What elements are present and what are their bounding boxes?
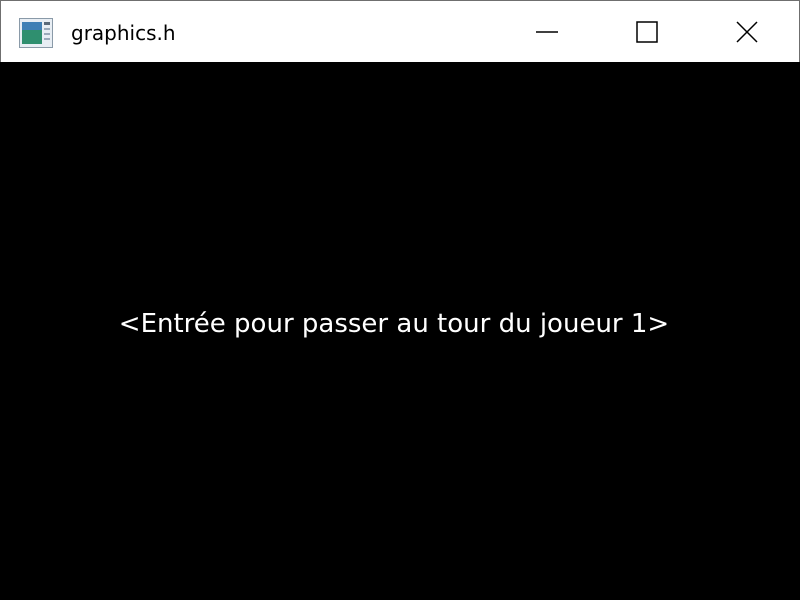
turn-prompt-text: <Entrée pour passer au tour du joueur 1> — [118, 309, 670, 339]
maximize-icon — [636, 20, 658, 43]
app-window: graphics.h <Entrée pour passer au tour d… — [0, 0, 800, 600]
graphics-canvas[interactable]: <Entrée pour passer au tour du joueur 1> — [0, 62, 800, 600]
minimize-icon — [536, 21, 558, 43]
window-title: graphics.h — [71, 21, 176, 45]
minimize-button[interactable] — [501, 1, 593, 62]
maximize-button[interactable] — [601, 1, 693, 62]
close-icon — [736, 20, 758, 43]
title-bar[interactable]: graphics.h — [0, 0, 800, 62]
app-icon — [19, 18, 53, 48]
close-button[interactable] — [701, 1, 793, 62]
